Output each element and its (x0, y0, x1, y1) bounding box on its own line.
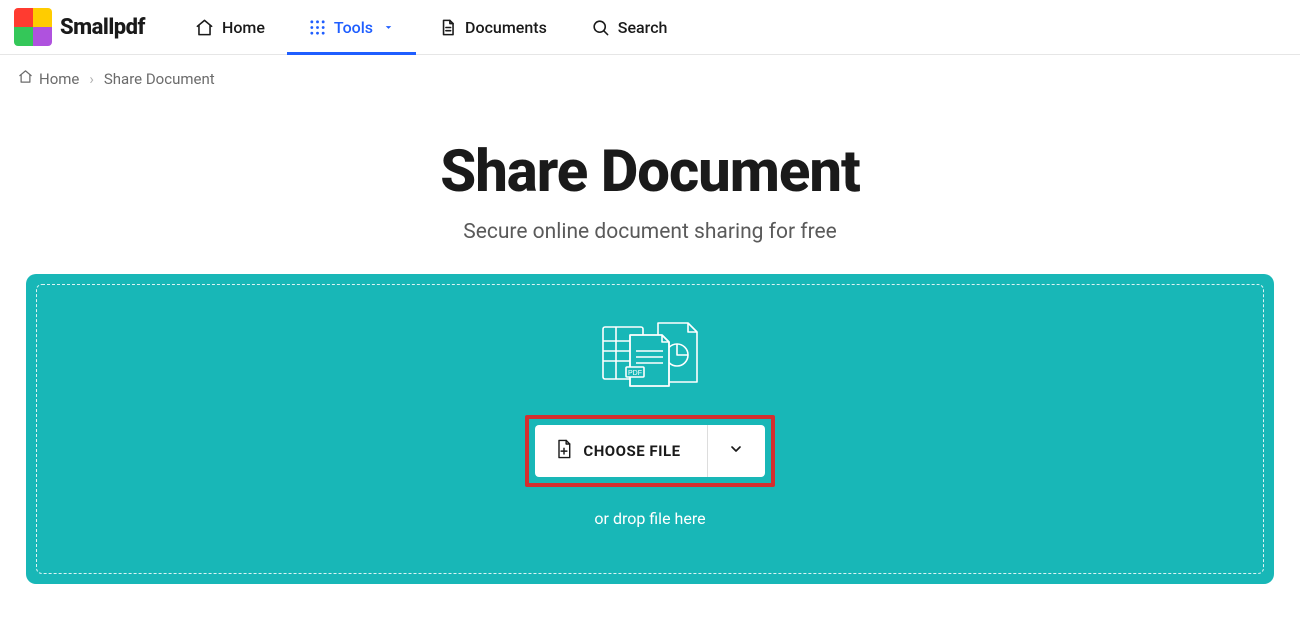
chevron-down-icon (728, 441, 744, 461)
nav-tools[interactable]: Tools (287, 0, 416, 54)
grid-icon (309, 19, 326, 36)
breadcrumb-home[interactable]: Home (18, 69, 79, 88)
drop-hint: or drop file here (594, 509, 705, 528)
file-add-icon (555, 439, 573, 463)
hero: Share Document Secure online document sh… (0, 138, 1300, 244)
search-icon (591, 18, 610, 37)
nav-home[interactable]: Home (173, 0, 287, 54)
document-icon (438, 18, 457, 37)
breadcrumb-home-label: Home (39, 70, 79, 88)
top-nav: Smallpdf Home Tools Documents (0, 0, 1300, 55)
breadcrumb: Home › Share Document (0, 55, 1300, 102)
files-illustration-icon: PDF (600, 321, 700, 393)
nav-documents-label: Documents (465, 18, 547, 37)
svg-text:PDF: PDF (628, 370, 642, 377)
choose-file-group: CHOOSE FILE (535, 425, 764, 477)
nav-search[interactable]: Search (569, 0, 690, 54)
choose-file-label: CHOOSE FILE (583, 442, 680, 460)
logo-icon (14, 8, 52, 46)
breadcrumb-separator: › (89, 70, 94, 88)
home-icon (195, 18, 214, 37)
choose-file-highlight: CHOOSE FILE (525, 415, 774, 487)
breadcrumb-current: Share Document (104, 70, 215, 88)
nav-items: Home Tools Documents Search (173, 0, 689, 54)
page-title: Share Document (0, 138, 1300, 206)
nav-tools-label: Tools (334, 18, 373, 37)
nav-home-label: Home (222, 18, 265, 37)
nav-search-label: Search (618, 18, 668, 37)
drop-zone[interactable]: PDF CHOOSE FILE or drop file here (26, 274, 1274, 584)
caret-down-icon (383, 18, 394, 37)
nav-documents[interactable]: Documents (416, 0, 569, 54)
page-subtitle: Secure online document sharing for free (0, 220, 1300, 244)
choose-file-dropdown[interactable] (707, 425, 765, 477)
choose-file-button[interactable]: CHOOSE FILE (535, 425, 706, 477)
brand-name: Smallpdf (60, 15, 145, 40)
logo[interactable]: Smallpdf (14, 8, 145, 46)
home-icon (18, 69, 33, 88)
breadcrumb-current-label: Share Document (104, 70, 215, 88)
drop-zone-inner: PDF CHOOSE FILE or drop file here (36, 284, 1264, 574)
